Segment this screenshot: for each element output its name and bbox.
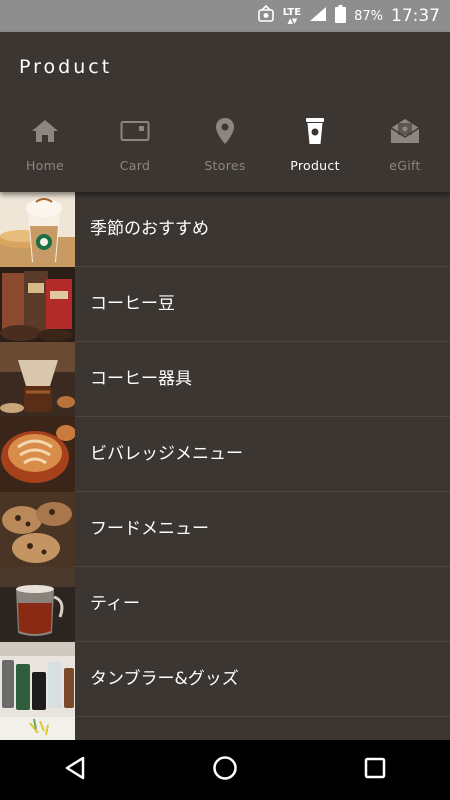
back-button[interactable] bbox=[45, 740, 105, 800]
tab-label: Stores bbox=[204, 158, 246, 173]
list-item[interactable]: フードメニュー bbox=[0, 492, 450, 567]
battery-percent: 87% bbox=[354, 8, 383, 24]
tab-label: Card bbox=[119, 158, 151, 173]
signal-icon bbox=[309, 6, 327, 26]
category-list: 季節のおすすめ コーヒー豆 コーヒー器具 ビバレッジメニュー フードメニュー テ… bbox=[0, 192, 450, 740]
home-icon bbox=[30, 114, 60, 148]
tab-bar: Home Card Stores Product eGift bbox=[0, 114, 450, 184]
list-item-label: ティー bbox=[90, 594, 140, 614]
list-item[interactable]: コーヒー器具 bbox=[0, 342, 450, 417]
app-header: Product Home Card Stores Product eGift bbox=[0, 32, 450, 192]
food-menu-image bbox=[0, 492, 75, 567]
back-triangle-icon bbox=[64, 756, 86, 784]
list-item-label: ビバレッジメニュー bbox=[90, 444, 243, 464]
tab-card[interactable]: Card bbox=[90, 114, 180, 184]
tab-home[interactable]: Home bbox=[0, 114, 90, 184]
tab-egift[interactable]: eGift bbox=[360, 114, 450, 184]
list-item-label: コーヒー豆 bbox=[90, 294, 175, 314]
coffee-equipment-image bbox=[0, 342, 75, 417]
tab-label: Product bbox=[290, 158, 340, 173]
list-item[interactable]: ティー bbox=[0, 567, 450, 642]
list-item[interactable]: ビバレッジメニュー bbox=[0, 417, 450, 492]
home-button[interactable] bbox=[195, 740, 255, 800]
tab-label: Home bbox=[25, 158, 65, 173]
tumbler-goods-image bbox=[0, 642, 75, 717]
network-indicator: LTE ▲▼ bbox=[282, 6, 302, 25]
tab-product[interactable]: Product bbox=[270, 114, 360, 184]
list-item-label: タンブラー&グッズ bbox=[90, 669, 239, 689]
home-circle-icon bbox=[212, 755, 238, 785]
tab-stores[interactable]: Stores bbox=[180, 114, 270, 184]
network-type: LTE bbox=[282, 6, 302, 18]
status-bar: LTE ▲▼ 87% 17:37 bbox=[0, 0, 450, 32]
map-pin-icon bbox=[215, 114, 235, 148]
envelope-icon bbox=[389, 114, 421, 148]
tea-image bbox=[0, 567, 75, 642]
recents-square-icon bbox=[364, 757, 386, 783]
beverage-menu-image bbox=[0, 417, 75, 492]
clock: 17:37 bbox=[391, 6, 440, 26]
battery-icon bbox=[335, 5, 347, 27]
seasonal-drink-image bbox=[0, 192, 75, 267]
page-title: Product bbox=[19, 56, 113, 78]
list-item[interactable]: コーヒー豆 bbox=[0, 267, 450, 342]
list-item-label: コーヒー器具 bbox=[90, 369, 192, 389]
card-icon bbox=[120, 114, 150, 148]
list-item[interactable]: タンブラー&グッズ bbox=[0, 642, 450, 717]
coffee-beans-image bbox=[0, 267, 75, 342]
recents-button[interactable] bbox=[345, 740, 405, 800]
list-item-label: 季節のおすすめ bbox=[90, 219, 209, 239]
tab-label: eGift bbox=[389, 158, 421, 173]
list-item[interactable] bbox=[0, 717, 450, 740]
cup-icon bbox=[305, 114, 325, 148]
notification-icon bbox=[257, 4, 275, 27]
partial-item-image bbox=[0, 717, 75, 740]
system-nav-bar bbox=[0, 740, 450, 800]
list-item-label: フードメニュー bbox=[90, 519, 209, 539]
list-item[interactable]: 季節のおすすめ bbox=[0, 192, 450, 267]
